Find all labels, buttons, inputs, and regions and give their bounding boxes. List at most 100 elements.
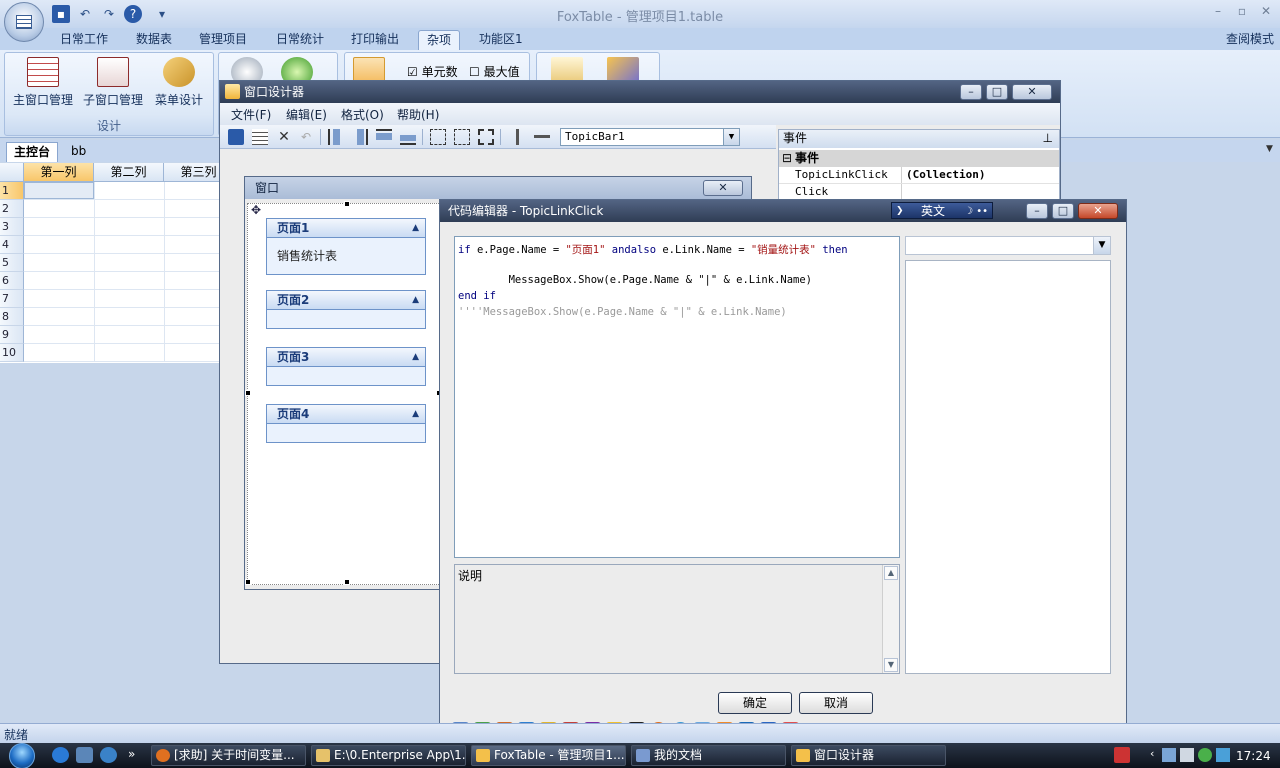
sheet-tab-dropdown-icon[interactable]: ▼ — [1266, 144, 1273, 154]
usb-icon[interactable] — [1180, 748, 1194, 762]
topic-pane-2[interactable]: 页面2 ▲ — [266, 290, 426, 329]
moon-icon[interactable]: ☽ •• — [964, 203, 988, 220]
code-text-area[interactable]: if e.Page.Name = "页面1" andalso e.Link.Na… — [454, 236, 900, 558]
show-desktop-icon[interactable] — [76, 747, 93, 763]
tab-daily-stats[interactable]: 日常统计 — [268, 30, 332, 50]
resize-handle[interactable] — [245, 390, 251, 396]
code-close-button[interactable]: ✕ — [1078, 203, 1118, 219]
main-window-manage-button[interactable]: 主窗口管理 — [9, 57, 77, 108]
cancel-button[interactable]: 取消 — [799, 692, 873, 714]
row-header[interactable]: 3 — [0, 218, 24, 236]
tab-print-output[interactable]: 打印输出 — [343, 30, 407, 50]
undo-icon[interactable]: ↶ — [76, 5, 94, 23]
form-title-bar[interactable]: 窗口 ✕ — [245, 177, 751, 199]
topic-pane-header[interactable]: 页面3 ▲ — [267, 348, 425, 367]
center-horizontal-icon[interactable] — [534, 129, 550, 145]
designer-close-button[interactable]: ✕ — [1012, 84, 1052, 100]
cells-checkbox[interactable]: ☑ 单元数 — [407, 63, 458, 80]
menu-edit[interactable]: 编辑(E) — [286, 106, 327, 123]
chevron-down-icon[interactable]: ▼ — [1093, 237, 1110, 254]
row-header[interactable]: 1 — [0, 182, 24, 200]
table-row[interactable] — [24, 200, 220, 218]
menu-help[interactable]: 帮助(H) — [397, 106, 439, 123]
chevron-up-icon[interactable]: ▲ — [412, 291, 419, 309]
column-header-1[interactable]: 第一列 — [24, 163, 94, 182]
ie-icon[interactable] — [52, 747, 69, 763]
table-row[interactable] — [24, 308, 220, 326]
save-all-icon[interactable] — [252, 129, 268, 145]
topic-pane-header[interactable]: 页面2 ▲ — [267, 291, 425, 310]
topic-pane-header[interactable]: 页面1 ▲ — [267, 219, 425, 238]
tab-ribbon-1[interactable]: 功能区1 — [471, 30, 531, 50]
chevron-double-down-icon[interactable]: ❯ — [896, 203, 904, 220]
active-cell[interactable] — [24, 182, 94, 199]
event-select[interactable]: ▼ — [905, 236, 1111, 255]
row-header[interactable]: 5 — [0, 254, 24, 272]
align-bottom-icon[interactable] — [400, 129, 416, 145]
scroll-up-icon[interactable]: ▲ — [884, 566, 898, 580]
menu-format[interactable]: 格式(O) — [341, 106, 384, 123]
app-minimize-button[interactable]: – — [1208, 4, 1228, 22]
row-header[interactable]: 7 — [0, 290, 24, 308]
row-header[interactable]: 8 — [0, 308, 24, 326]
taskbar-task[interactable]: E:\0.Enterprise App\1... — [311, 745, 466, 766]
save-icon[interactable]: ▪ — [52, 5, 70, 23]
app-close-button[interactable]: ✕ — [1256, 4, 1276, 22]
taskbar-task[interactable]: 我的文档 — [631, 745, 786, 766]
redo-icon[interactable]: ↷ — [100, 5, 118, 23]
event-list[interactable] — [905, 260, 1111, 674]
tab-manage-project[interactable]: 管理项目 — [191, 30, 255, 50]
sheet-tab-main[interactable]: 主控台 — [6, 142, 59, 162]
start-button[interactable] — [0, 743, 44, 768]
more-icon[interactable]: » — [128, 747, 135, 761]
max-checkbox[interactable]: ☐ 最大值 — [469, 63, 520, 80]
sheet-tab-bb[interactable]: bb — [64, 142, 93, 162]
table-row[interactable] — [24, 218, 220, 236]
same-width-icon[interactable] — [430, 129, 446, 145]
topic-link[interactable]: 销售统计表 — [267, 238, 425, 274]
tab-daily-work[interactable]: 日常工作 — [52, 30, 116, 50]
table-row[interactable] — [24, 326, 220, 344]
column-header-2[interactable]: 第二列 — [94, 163, 164, 182]
code-minimize-button[interactable]: – — [1026, 203, 1048, 219]
data-grid[interactable]: 第一列 第二列 第三列 1 2 3 4 5 6 7 8 9 10 — [0, 163, 234, 363]
property-row[interactable]: TopicLinkClick (Collection) — [779, 167, 1059, 184]
browser-icon[interactable] — [100, 747, 117, 763]
ime-language[interactable]: 英文 — [921, 203, 945, 220]
topic-pane-4[interactable]: 页面4 ▲ — [266, 404, 426, 443]
table-row[interactable] — [24, 254, 220, 272]
ime-tray-icon[interactable] — [1114, 747, 1130, 763]
description-scrollbar[interactable]: ▲ ▼ — [882, 565, 899, 673]
chevron-up-icon[interactable]: ▲ — [412, 405, 419, 423]
taskbar-task[interactable]: FoxTable - 管理项目1... — [471, 745, 626, 766]
row-header[interactable]: 10 — [0, 344, 24, 362]
chevron-up-icon[interactable]: ▲ — [412, 219, 419, 237]
align-left-icon[interactable] — [328, 129, 344, 145]
row-header[interactable]: 2 — [0, 200, 24, 218]
security-icon[interactable] — [1198, 748, 1212, 762]
taskbar-task[interactable]: [求助] 关于时间变量... — [151, 745, 306, 766]
form-close-button[interactable]: ✕ — [703, 180, 743, 196]
delete-icon[interactable]: ✕ — [276, 129, 292, 145]
pin-icon[interactable]: ⊥ — [1043, 130, 1053, 147]
collapse-icon[interactable]: ⊟ — [782, 150, 792, 167]
row-header[interactable]: 4 — [0, 236, 24, 254]
code-maximize-button[interactable]: □ — [1052, 203, 1074, 219]
tab-data-tables[interactable]: 数据表 — [128, 30, 180, 50]
topic-pane-1[interactable]: 页面1 ▲ 销售统计表 — [266, 218, 426, 275]
center-vertical-icon[interactable] — [510, 129, 526, 145]
volume-icon[interactable] — [1216, 748, 1230, 762]
resize-handle[interactable] — [245, 579, 251, 585]
code-editor-title-bar[interactable]: 代码编辑器 - TopicLinkClick ❯ 英文 ☽ •• – □ ✕ — [440, 200, 1126, 222]
table-row[interactable] — [24, 182, 220, 200]
property-category[interactable]: ⊟ 事件 — [779, 150, 1059, 167]
ok-button[interactable]: 确定 — [718, 692, 792, 714]
align-top-icon[interactable] — [376, 129, 392, 145]
menu-file[interactable]: 文件(F) — [231, 106, 271, 123]
same-size-icon[interactable] — [478, 129, 494, 145]
table-row[interactable] — [24, 236, 220, 254]
component-select[interactable]: TopicBar1 ▼ — [560, 128, 740, 146]
undo-icon[interactable]: ↶ — [298, 129, 314, 145]
chevron-down-icon[interactable]: ▼ — [723, 129, 739, 145]
app-menu-button[interactable] — [4, 2, 44, 42]
